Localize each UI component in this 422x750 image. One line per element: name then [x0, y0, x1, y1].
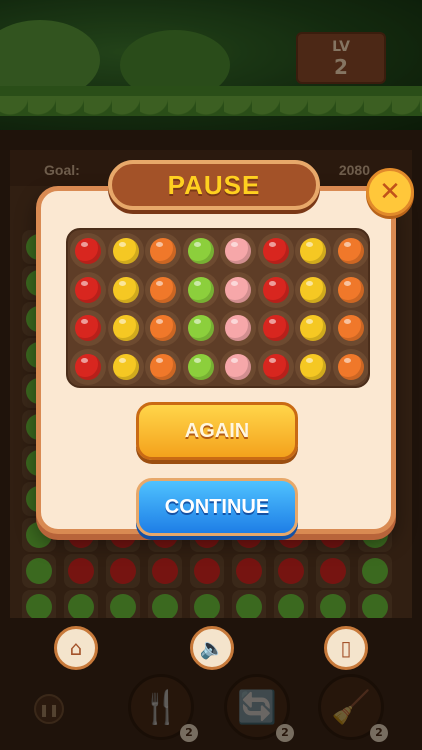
tomato-icon — [75, 238, 101, 264]
sound-icon: 🔈 — [199, 636, 225, 660]
lemon-icon — [112, 315, 139, 341]
preview-cell — [70, 348, 106, 385]
peach-icon — [225, 315, 251, 341]
apple-icon — [187, 276, 214, 303]
preview-cell — [182, 271, 219, 308]
preview-cell — [182, 348, 219, 385]
preview-cell — [257, 271, 294, 308]
lemon-icon — [300, 353, 326, 380]
preview-cell — [220, 348, 256, 385]
preview-cell — [332, 348, 368, 385]
lemon-icon — [112, 238, 139, 264]
continue-button[interactable]: CONTINUE — [136, 478, 298, 536]
vibrate-icon: ▯ — [340, 636, 352, 660]
peach-icon — [225, 238, 251, 264]
preview-cell — [145, 348, 181, 385]
preview-cell — [295, 348, 331, 385]
dialog-title: PAUSE — [167, 169, 261, 200]
peach-icon — [225, 353, 251, 380]
preview-cell — [182, 233, 219, 269]
peach-icon — [225, 276, 251, 303]
carrot-icon — [337, 353, 364, 380]
carrot-icon — [337, 238, 364, 264]
preview-cell — [145, 233, 181, 269]
home-icon: ⌂ — [69, 636, 83, 660]
lemon-icon — [300, 238, 326, 264]
home-button[interactable]: ⌂ — [54, 626, 98, 670]
tomato-icon — [75, 276, 101, 303]
preview-cell — [220, 233, 256, 269]
preview-cell — [182, 310, 219, 346]
preview-cell — [295, 271, 331, 308]
preview-cell — [107, 271, 144, 308]
close-button[interactable]: ✕ — [366, 168, 414, 216]
tomato-icon — [262, 276, 289, 303]
preview-cell — [145, 271, 181, 308]
carrot-icon — [150, 276, 176, 303]
vibrate-button[interactable]: ▯ — [324, 626, 368, 670]
preview-cell — [70, 233, 106, 269]
carrot-icon — [337, 315, 364, 341]
preview-cell — [332, 233, 368, 269]
lemon-icon — [112, 353, 139, 380]
preview-cell — [145, 310, 181, 346]
preview-cell — [107, 233, 144, 269]
tomato-icon — [75, 353, 101, 380]
board-preview — [66, 228, 370, 388]
tomato-icon — [262, 238, 289, 264]
preview-cell — [70, 310, 106, 346]
tomato-icon — [262, 315, 289, 341]
lemon-icon — [300, 315, 326, 341]
preview-cell — [70, 271, 106, 308]
tomato-icon — [262, 353, 289, 380]
preview-cell — [332, 271, 368, 308]
preview-cell — [257, 348, 294, 385]
preview-cell — [107, 348, 144, 385]
preview-cell — [257, 310, 294, 346]
close-icon: ✕ — [379, 177, 401, 207]
carrot-icon — [337, 276, 364, 303]
carrot-icon — [150, 315, 176, 341]
carrot-icon — [150, 353, 176, 380]
preview-cell — [257, 233, 294, 269]
preview-cell — [220, 310, 256, 346]
preview-cell — [295, 310, 331, 346]
again-button[interactable]: AGAIN — [136, 402, 298, 460]
preview-cell — [107, 310, 144, 346]
preview-cell — [332, 310, 368, 346]
dialog-title-banner: PAUSE — [108, 160, 320, 210]
apple-icon — [187, 353, 214, 380]
lemon-icon — [112, 276, 139, 303]
apple-icon — [187, 238, 214, 264]
apple-icon — [187, 315, 214, 341]
carrot-icon — [150, 238, 176, 264]
sound-button[interactable]: 🔈 — [190, 626, 234, 670]
lemon-icon — [300, 276, 326, 303]
preview-cell — [295, 233, 331, 269]
tomato-icon — [75, 315, 101, 341]
preview-cell — [220, 271, 256, 308]
